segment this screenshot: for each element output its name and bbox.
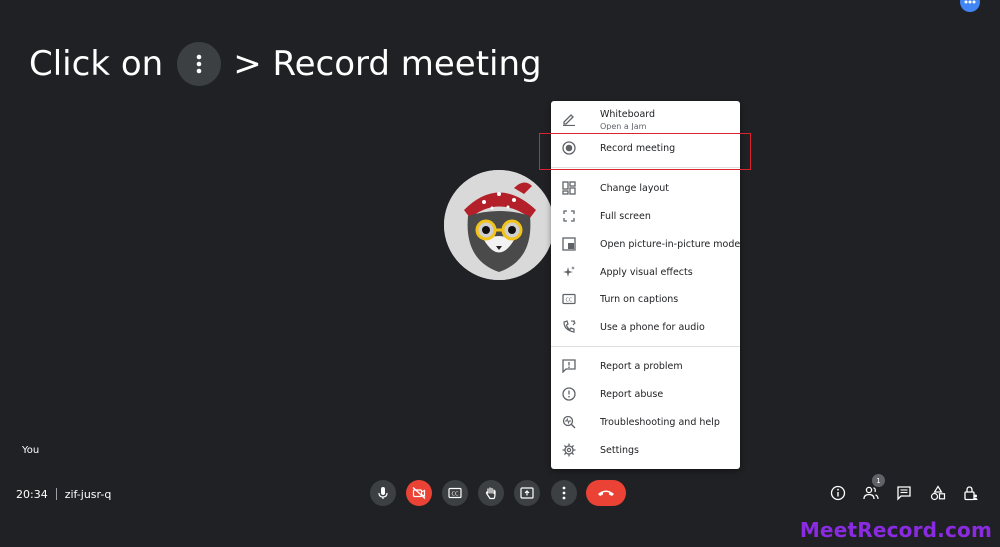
lock-person-icon <box>964 486 978 501</box>
captions-icon: CC <box>448 487 462 499</box>
more-options-button[interactable] <box>551 480 577 506</box>
menu-item-label: Troubleshooting and help <box>600 416 720 428</box>
menu-item-troubleshooting[interactable]: Troubleshooting and help <box>551 408 740 436</box>
menu-item-full-screen[interactable]: Full screen <box>551 202 740 230</box>
chat-icon <box>897 486 911 501</box>
menu-item-label: Full screen <box>600 210 651 222</box>
menu-item-picture-in-picture[interactable]: Open picture-in-picture mode <box>551 230 740 258</box>
raise-hand-button[interactable] <box>478 480 504 506</box>
menu-item-captions[interactable]: CC Turn on captions <box>551 285 740 313</box>
captions-button[interactable]: CC <box>442 480 468 506</box>
sparkle-icon <box>563 266 575 277</box>
menu-item-settings[interactable]: Settings <box>551 436 740 464</box>
gear-icon <box>562 443 576 457</box>
host-controls-button[interactable] <box>962 484 980 502</box>
menu-item-report-abuse[interactable]: Report abuse <box>551 380 740 408</box>
menu-item-label: Turn on captions <box>600 293 679 305</box>
menu-item-change-layout[interactable]: Change layout <box>551 174 740 202</box>
instruction-banner: Click on > Record meeting <box>29 40 542 88</box>
svg-text:CC: CC <box>452 491 459 497</box>
watermark-logo: MeetRecord.com <box>799 518 992 542</box>
menu-item-label: Report a problem <box>600 360 683 372</box>
menu-item-label: Open picture-in-picture mode <box>600 238 741 250</box>
report-icon <box>562 359 576 373</box>
instruction-prefix: Click on <box>29 44 164 84</box>
menu-item-whiteboard[interactable]: Whiteboard Open a Jam <box>551 101 740 137</box>
menu-item-label: Report abuse <box>600 388 664 400</box>
phone-icon <box>563 320 576 333</box>
menu-item-phone-audio[interactable]: Use a phone for audio <box>551 313 740 341</box>
menu-divider <box>551 346 740 347</box>
more-options-icon <box>177 42 222 86</box>
camera-off-icon <box>412 487 426 499</box>
pencil-icon <box>563 114 575 126</box>
record-meeting-highlight <box>539 133 751 170</box>
pip-icon <box>562 237 576 251</box>
hand-icon <box>485 487 496 500</box>
activities-icon <box>930 485 946 501</box>
troubleshoot-icon <box>562 415 576 429</box>
captions-icon: CC <box>562 293 576 305</box>
menu-item-label: Change layout <box>600 182 670 194</box>
meeting-code: zif-jusr-q <box>64 487 112 501</box>
instruction-suffix: > Record meeting <box>233 44 542 84</box>
meeting-time: 20:34 <box>16 487 48 501</box>
menu-item-visual-effects[interactable]: Apply visual effects <box>551 258 740 286</box>
meeting-details: 20:34 zif-jusr-q <box>16 486 111 502</box>
people-icon <box>863 486 879 500</box>
activities-button[interactable] <box>929 484 947 502</box>
present-icon <box>520 487 534 499</box>
present-screen-button[interactable] <box>514 480 540 506</box>
menu-item-report-problem[interactable]: Report a problem <box>551 352 740 380</box>
meeting-info-button[interactable] <box>829 484 847 502</box>
more-options-icon <box>562 486 566 500</box>
hang-up-icon <box>598 490 614 496</box>
info-icon <box>830 485 846 501</box>
camera-off-button[interactable] <box>406 480 432 506</box>
participant-avatar <box>444 170 554 280</box>
microphone-icon <box>378 487 388 499</box>
microphone-button[interactable] <box>370 480 396 506</box>
menu-item-label: Apply visual effects <box>600 266 693 278</box>
chat-button[interactable] <box>895 484 913 502</box>
top-right-more-button[interactable] <box>960 0 980 12</box>
fullscreen-icon <box>563 210 575 222</box>
menu-item-label: Whiteboard <box>600 109 656 120</box>
menu-item-sublabel: Open a Jam <box>600 122 647 130</box>
layout-icon <box>562 181 576 195</box>
menu-item-label: Settings <box>600 444 639 456</box>
details-divider <box>55 488 57 500</box>
menu-item-label: Use a phone for audio <box>600 321 705 333</box>
alert-icon <box>562 387 576 401</box>
svg-text:CC: CC <box>566 297 573 303</box>
leave-call-button[interactable] <box>586 480 626 506</box>
self-label: You <box>22 445 40 456</box>
participant-count-badge: 1 <box>872 474 885 487</box>
